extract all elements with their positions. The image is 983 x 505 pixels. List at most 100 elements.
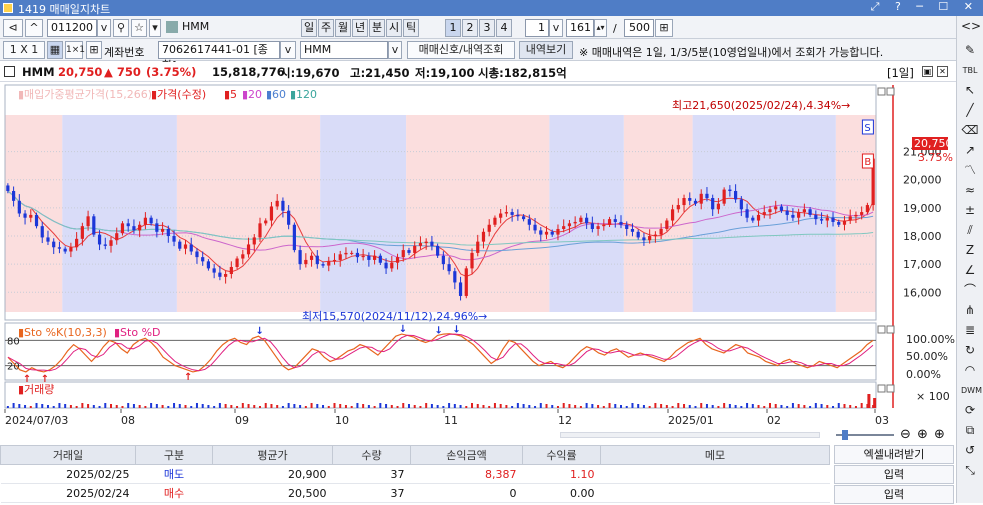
panel-restore-icon[interactable]	[877, 325, 886, 334]
dwm-icon[interactable]: DWM	[961, 382, 982, 399]
account-select[interactable]: 7062617441-01 [종합]	[158, 41, 280, 72]
zoom-out-icon[interactable]: ⊖	[900, 427, 911, 442]
candle	[287, 210, 291, 225]
excel-download-button[interactable]: 엑셀내려받기	[834, 445, 954, 464]
info-change: ▲ 750	[104, 65, 141, 79]
checkbox[interactable]	[4, 66, 15, 77]
volume-bar	[591, 404, 594, 408]
view-history-button[interactable]: 내역보기	[519, 41, 573, 59]
tab-num-1[interactable]: 1	[445, 19, 461, 37]
close-icon[interactable]: ✕	[937, 66, 948, 77]
candle	[659, 228, 663, 235]
multi-line-icon[interactable]: ≣	[961, 322, 979, 339]
volume-bar	[614, 404, 617, 408]
interval-input[interactable]: 1	[525, 19, 549, 37]
zoom-in-icon[interactable]: ⊕	[917, 427, 928, 442]
eraser-icon[interactable]: ⌫	[961, 122, 979, 139]
tab-num-3[interactable]: 3	[479, 19, 495, 37]
add-window-icon[interactable]: ⊞	[655, 19, 673, 37]
tab-minute[interactable]: 분	[369, 19, 385, 37]
tab-hour[interactable]: 시	[386, 19, 402, 37]
trade-signal-button[interactable]: 매매신호/내역조회	[407, 41, 515, 59]
arc-icon[interactable]: ◠	[961, 362, 979, 379]
volume-bar	[757, 405, 760, 408]
max-input[interactable]: 500	[624, 19, 654, 37]
panel-restore-icon[interactable]	[877, 87, 886, 96]
zoom-slider[interactable]	[836, 428, 896, 442]
angle-icon[interactable]: ∠	[961, 262, 979, 279]
cursor-icon[interactable]: ↖	[961, 82, 979, 99]
brush-icon[interactable]: ✎	[961, 42, 979, 59]
fan-icon[interactable]: ⌒	[961, 282, 979, 299]
cell-memo[interactable]	[600, 483, 830, 503]
volume-bar	[453, 404, 456, 408]
layout-1x1-alt-button[interactable]: 1×1	[65, 41, 85, 59]
search-icon[interactable]: ⚲	[113, 19, 129, 37]
tab-week[interactable]: 주	[318, 19, 334, 37]
candle	[590, 223, 594, 229]
layout-grid-icon[interactable]: ▦	[47, 41, 63, 59]
table-row[interactable]: 2025/02/24 매수 20,500 37 0 0.00	[0, 483, 830, 503]
line-icon[interactable]: ╱	[961, 102, 979, 119]
star-icon[interactable]: ☆	[131, 19, 147, 37]
trend-icon[interactable]: ↗	[961, 142, 979, 159]
volume-bar	[184, 405, 187, 408]
layout-1x1-button[interactable]: 1 X 1	[3, 41, 45, 59]
candle	[596, 226, 600, 229]
panel-restore-icon[interactable]	[877, 384, 886, 393]
horizontal-scrollbar[interactable]	[560, 432, 820, 438]
tbl-icon[interactable]: TBL	[961, 62, 979, 79]
chevron-down-icon[interactable]: v	[97, 19, 111, 37]
channel-icon[interactable]: ⫽	[961, 222, 979, 239]
maximize-icon[interactable]: ▣	[922, 66, 933, 77]
volume-bar	[528, 405, 531, 408]
price-chart-svg[interactable]: 21,00020,00019,00018,00017,00016,000▮매입가…	[0, 82, 956, 427]
cycle-icon[interactable]: ⟳	[961, 402, 979, 419]
tab-num-2[interactable]: 2	[462, 19, 478, 37]
count-input[interactable]: 161	[566, 19, 594, 37]
window-controls[interactable]: ⤢ ? ─ ☐ ✕	[871, 0, 979, 14]
zoom-reset-icon[interactable]: ⊕	[934, 427, 945, 442]
col-type: 구분	[135, 445, 213, 465]
fib-icon[interactable]: ±	[961, 202, 979, 219]
spiral-icon[interactable]: ↻	[961, 342, 979, 359]
prev-button[interactable]: ⊲	[3, 19, 23, 37]
tab-num-4[interactable]: 4	[496, 19, 512, 37]
volume-bar	[694, 406, 697, 408]
pitchfork-icon[interactable]: ⋔	[961, 302, 979, 319]
volume-bar	[471, 403, 474, 408]
tab-year[interactable]: 년	[352, 19, 368, 37]
table-row[interactable]: 2025/02/25 매도 20,900 37 8,387 1.10	[0, 464, 830, 484]
cell-memo[interactable]	[600, 464, 830, 484]
volume-bar	[740, 406, 743, 408]
candle	[189, 244, 193, 252]
col-qty: 수량	[332, 445, 411, 465]
panel-close-icon[interactable]	[886, 384, 895, 393]
dropdown-icon[interactable]: ▾	[149, 19, 161, 37]
stepper-icon[interactable]: ▴▾	[594, 19, 607, 37]
tab-tick[interactable]: 틱	[403, 19, 419, 37]
volume-bar	[344, 405, 347, 408]
scroll-left-icon[interactable]: <>	[961, 18, 981, 35]
wave-icon[interactable]: ≈	[961, 182, 979, 199]
chevron-down-icon[interactable]: v	[388, 41, 402, 59]
input-button-1[interactable]: 입력	[834, 465, 954, 484]
col-memo: 메모	[600, 445, 830, 465]
info-low: 저:19,100	[415, 66, 475, 80]
panel-close-icon[interactable]	[886, 325, 895, 334]
zigzag-icon[interactable]: 〽	[961, 162, 979, 179]
chart-area[interactable]: 21,000 20,000 19,000 18,000 17,000 16,000 ▮매입가…	[0, 82, 956, 427]
tab-day[interactable]: 일	[301, 19, 317, 37]
panel-close-icon[interactable]	[886, 87, 895, 96]
input-button-2[interactable]: 입력	[834, 485, 954, 504]
chevron-down-icon[interactable]: v	[549, 19, 563, 37]
up-button[interactable]: ^	[25, 19, 43, 37]
volume-bar	[253, 405, 256, 408]
stock-select[interactable]: HMM	[300, 41, 388, 59]
chevron-down-icon[interactable]: v	[280, 41, 296, 59]
grid-icon[interactable]: ⊞	[86, 41, 102, 59]
volume-bar	[258, 406, 261, 408]
z-icon[interactable]: Z	[961, 242, 979, 259]
stock-code-input[interactable]: 011200	[47, 19, 97, 37]
tab-month[interactable]: 월	[335, 19, 351, 37]
